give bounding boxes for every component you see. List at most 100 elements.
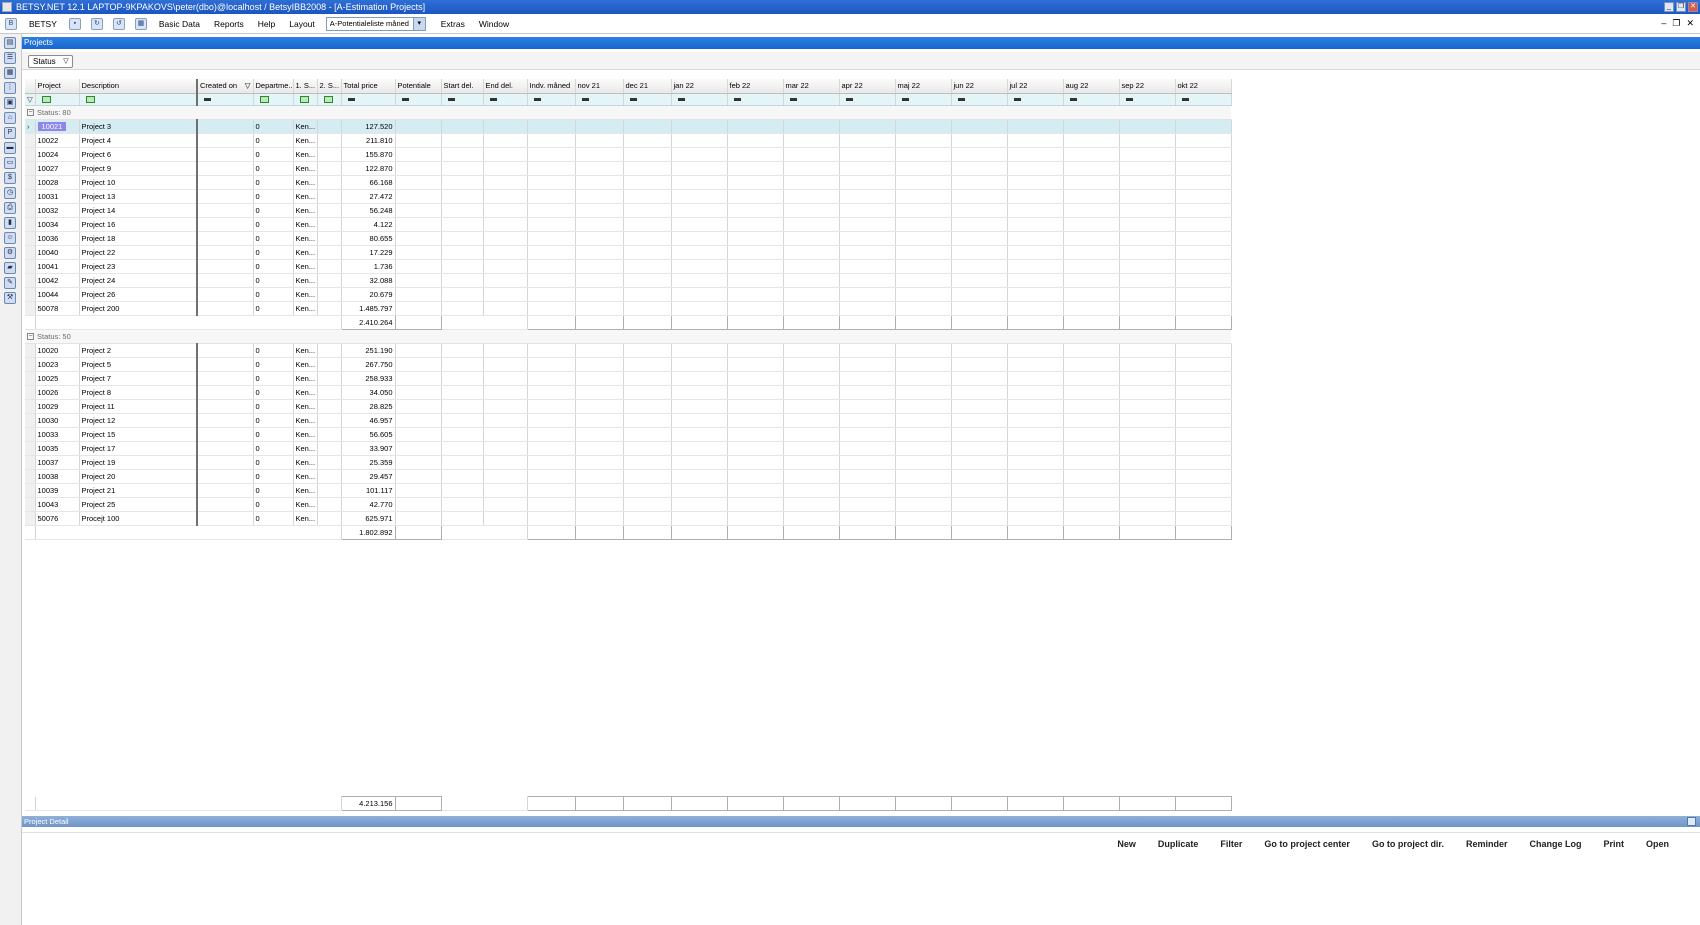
cell-empty[interactable]	[839, 175, 896, 190]
cell-s2[interactable]	[317, 133, 342, 148]
cell-empty[interactable]	[839, 189, 896, 204]
cell-empty[interactable]	[1119, 203, 1176, 218]
cell-empty[interactable]	[483, 161, 528, 176]
filter-cell[interactable]	[527, 93, 576, 106]
cell-empty[interactable]	[839, 203, 896, 218]
cell-empty[interactable]	[1175, 357, 1232, 372]
open-button[interactable]: Open	[1635, 837, 1680, 851]
cell-s1[interactable]: Ken...	[293, 413, 318, 428]
cell-empty[interactable]	[1063, 483, 1120, 498]
cell-empty[interactable]	[575, 357, 624, 372]
cell-empty[interactable]	[483, 413, 528, 428]
cell-created-on[interactable]	[197, 427, 254, 442]
tools-icon[interactable]: ⚒	[4, 292, 16, 304]
filter-equals-icon[interactable]	[1181, 98, 1189, 102]
cell-total-price[interactable]: 29.457	[341, 469, 396, 484]
cell-empty[interactable]	[441, 245, 484, 260]
cell-empty[interactable]	[483, 343, 528, 358]
cell-empty[interactable]	[727, 385, 784, 400]
cell-empty[interactable]	[395, 259, 442, 274]
cell-description[interactable]: Project 8	[79, 385, 198, 400]
cell-empty[interactable]	[951, 175, 1008, 190]
cell-empty[interactable]	[1007, 245, 1064, 260]
cell-empty[interactable]	[1119, 245, 1176, 260]
cell-empty[interactable]	[951, 427, 1008, 442]
cell-empty[interactable]	[951, 497, 1008, 512]
cell-s2[interactable]	[317, 357, 342, 372]
save-icon[interactable]: ▪	[68, 17, 81, 30]
cell-s1[interactable]: Ken...	[293, 511, 318, 526]
cell-total-price[interactable]: 56.605	[341, 427, 396, 442]
cell-s2[interactable]	[317, 259, 342, 274]
cell-empty[interactable]	[441, 287, 484, 302]
cell-empty[interactable]	[671, 217, 728, 232]
cell-empty[interactable]	[1007, 231, 1064, 246]
cell-empty[interactable]	[1007, 287, 1064, 302]
cell-empty[interactable]	[895, 273, 952, 288]
coin-icon[interactable]: $	[4, 172, 16, 184]
row-header[interactable]	[25, 385, 36, 400]
cell-empty[interactable]	[1175, 399, 1232, 414]
cell-empty[interactable]	[395, 161, 442, 176]
cell-empty[interactable]	[671, 497, 728, 512]
cell-empty[interactable]	[483, 455, 528, 470]
table-row[interactable]: 10024 Project 6 0 Ken... 155.870	[25, 147, 1232, 162]
cell-empty[interactable]	[1063, 343, 1120, 358]
cell-s1[interactable]: Ken...	[293, 385, 318, 400]
cell-s1[interactable]: Ken...	[293, 399, 318, 414]
cell-empty[interactable]	[839, 161, 896, 176]
collapse-icon[interactable]: −	[27, 333, 34, 341]
cell-total-price[interactable]: 20.679	[341, 287, 396, 302]
menu-help[interactable]: Help	[251, 14, 282, 34]
current-row-indicator-icon[interactable]: ›	[25, 119, 36, 134]
cell-empty[interactable]	[395, 189, 442, 204]
cell-description[interactable]: Project 21	[79, 483, 198, 498]
cell-empty[interactable]	[1007, 343, 1064, 358]
truck-icon[interactable]: ▬	[4, 142, 16, 154]
cell-s2[interactable]	[317, 399, 342, 414]
cell-empty[interactable]	[527, 147, 576, 162]
cell-empty[interactable]	[395, 119, 442, 134]
cell-empty[interactable]	[671, 175, 728, 190]
filter-cell[interactable]	[1063, 93, 1120, 106]
row-header[interactable]	[25, 287, 36, 302]
cell-empty[interactable]	[1119, 497, 1176, 512]
col-created-on[interactable]: Created on ▽	[197, 79, 254, 94]
mdi-close-icon[interactable]: ✕	[1686, 18, 1694, 29]
cell-empty[interactable]	[895, 441, 952, 456]
cell-empty[interactable]	[671, 483, 728, 498]
cell-empty[interactable]	[441, 161, 484, 176]
cell-empty[interactable]	[575, 497, 624, 512]
cell-empty[interactable]	[783, 469, 840, 484]
cell-department[interactable]: 0	[253, 483, 294, 498]
cell-empty[interactable]	[727, 287, 784, 302]
cell-empty[interactable]	[527, 455, 576, 470]
cell-empty[interactable]	[527, 189, 576, 204]
cell-created-on[interactable]	[197, 217, 254, 232]
cell-s1[interactable]: Ken...	[293, 119, 318, 134]
table-icon[interactable]: ▦	[4, 67, 16, 79]
cell-empty[interactable]	[951, 203, 1008, 218]
cell-empty[interactable]	[839, 427, 896, 442]
cell-empty[interactable]	[783, 231, 840, 246]
filter-cell[interactable]	[253, 93, 294, 106]
filter-contains-icon[interactable]	[323, 96, 333, 104]
cell-empty[interactable]	[951, 441, 1008, 456]
cell-department[interactable]: 0	[253, 371, 294, 386]
row-header[interactable]	[25, 399, 36, 414]
cell-empty[interactable]	[1175, 119, 1232, 134]
cell-description[interactable]: Project 26	[79, 287, 198, 302]
table-row[interactable]: 50076 Procejt 100 0 Ken... 625.971	[25, 511, 1232, 526]
projects-icon[interactable]: ▤	[4, 37, 16, 49]
filter-equals-icon[interactable]	[957, 98, 965, 102]
cell-empty[interactable]	[727, 301, 784, 316]
cell-empty[interactable]	[727, 441, 784, 456]
cell-empty[interactable]	[623, 189, 672, 204]
table-row[interactable]: 10020 Project 2 0 Ken... 251.190	[25, 343, 1232, 358]
cell-empty[interactable]	[839, 385, 896, 400]
cell-empty[interactable]	[441, 511, 484, 526]
cell-empty[interactable]	[623, 497, 672, 512]
cell-created-on[interactable]	[197, 399, 254, 414]
menu-betsy[interactable]: BETSY	[22, 14, 64, 34]
cell-empty[interactable]	[951, 385, 1008, 400]
